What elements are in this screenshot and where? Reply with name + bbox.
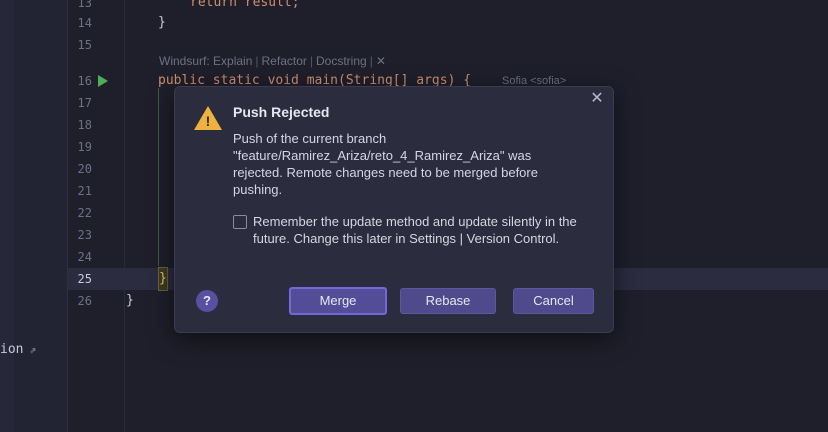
windsurf-explain[interactable]: Explain [213,54,252,68]
code-text: } [158,15,166,30]
windsurf-brand: Windsurf: [159,54,210,68]
warning-icon-mark: ! [205,113,211,129]
dialog-title: Push Rejected [233,104,330,120]
remember-checkbox-label[interactable]: Remember the update method and update si… [253,213,598,247]
left-panel: ion ⇗ [0,0,68,432]
windsurf-refactor[interactable]: Refactor [262,54,307,68]
help-icon[interactable]: ? [196,290,218,312]
code-line: 14 } [68,12,828,34]
windsurf-close-icon[interactable]: ✕ [376,54,386,68]
push-rejected-dialog: ✕ ! Push Rejected Push of the current br… [174,86,614,333]
remember-checkbox[interactable] [233,215,247,229]
line-number: 17 [77,96,92,110]
line-number: 18 [77,118,92,132]
rebase-button[interactable]: Rebase [400,288,496,314]
line-number: 22 [77,206,92,220]
run-icon[interactable] [98,75,108,87]
external-link-icon[interactable]: ⇗ [29,343,36,356]
line-number: 15 [77,38,92,52]
line-number: 14 [77,16,92,30]
close-icon[interactable]: ✕ [589,91,605,107]
line-number: 26 [77,294,92,308]
code-text: } [158,267,168,291]
indent-guide [158,88,159,266]
windsurf-codelens: Windsurf: Explain | Refactor | Docstring | ✕ [159,54,386,68]
dialog-message: Push of the current branch "feature/Rami… [233,131,538,197]
merge-button[interactable]: Merge [289,287,387,315]
line-number: 19 [77,140,92,154]
line-number: 23 [77,228,92,242]
line-number: 16 [77,74,92,88]
line-number: 25 [77,272,92,286]
code-text: } [126,293,134,308]
left-fragment-text: ion [0,342,24,357]
left-panel-strip [0,0,14,432]
line-number: 21 [77,184,92,198]
line-number: 24 [77,250,92,264]
cancel-button[interactable]: Cancel [513,288,594,314]
windsurf-docstring[interactable]: Docstring [316,54,367,68]
line-number: 20 [77,162,92,176]
left-panel-fragment[interactable]: ion ⇗ [0,342,60,362]
